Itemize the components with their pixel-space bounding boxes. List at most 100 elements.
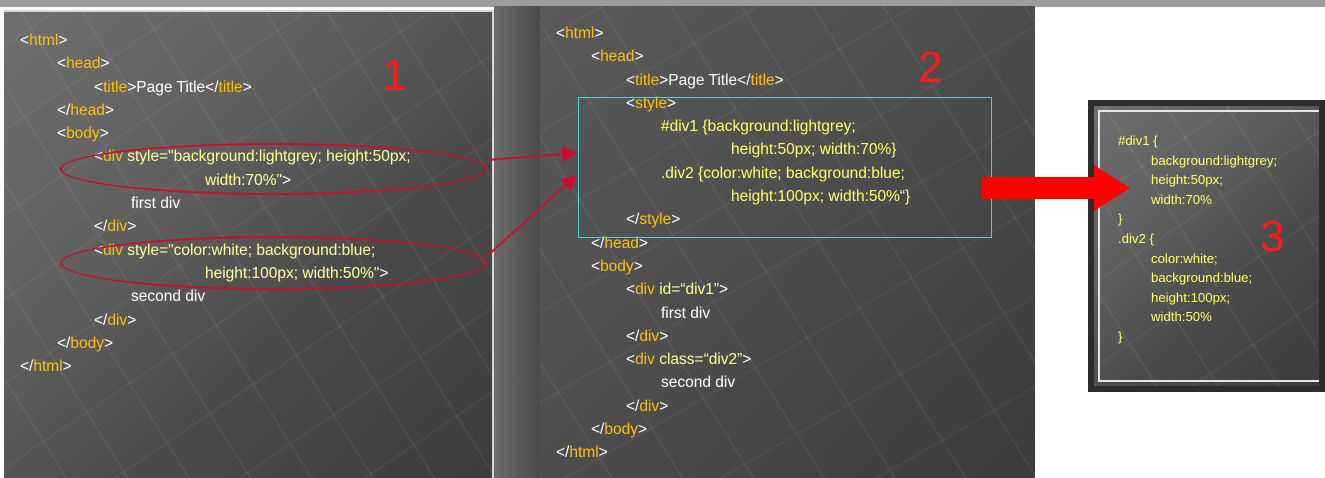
- code-line: height:100px;: [1118, 288, 1277, 308]
- panel-number-2: 2: [918, 43, 943, 92]
- code-line: .div2 {: [1118, 229, 1277, 249]
- code-token: width:70%: [1151, 191, 1212, 207]
- code-block-internal: <html> <head> <title>Page Title</title> <st…: [556, 22, 910, 465]
- code-token: <: [591, 257, 601, 275]
- code-token: <: [57, 125, 67, 143]
- code-line: }: [1118, 327, 1277, 347]
- panel-gap: [494, 6, 540, 478]
- code-line: width:70%: [1118, 190, 1277, 210]
- code-token: >: [103, 334, 114, 352]
- panel-internal-style-sheet: <html> <head> <title>Page Title</title> <st…: [540, 6, 1035, 478]
- code-token: >: [62, 358, 72, 376]
- code-line: background:lightgrey;: [1118, 151, 1277, 171]
- code-token: </: [94, 311, 108, 329]
- code-line: <head>: [556, 45, 910, 68]
- code-token: head: [66, 55, 101, 73]
- code-token: >Page Title</: [127, 78, 219, 96]
- code-token: div: [107, 218, 128, 236]
- code-token: width:50%: [1151, 309, 1212, 325]
- code-token: >: [99, 125, 109, 143]
- code-token: body: [600, 257, 634, 275]
- code-line: <div class=“div2”>: [556, 348, 910, 371]
- code-line: background:blue;: [1118, 268, 1277, 288]
- code-token: >: [100, 55, 110, 73]
- code-token: >Page Title</: [659, 71, 751, 89]
- code-line: <head>: [20, 52, 411, 75]
- code-token: id=“div1”: [654, 281, 720, 299]
- code-token: div: [635, 351, 655, 369]
- code-line: </div>: [20, 215, 411, 238]
- code-line: }: [1118, 209, 1277, 229]
- code-token: second div: [661, 374, 736, 392]
- code-token: first div: [661, 304, 711, 322]
- code-line: </body>: [20, 332, 411, 355]
- highlight-ellipse-div1: [60, 143, 487, 195]
- panel-number-1: 1: [382, 51, 407, 100]
- code-token: >: [659, 327, 669, 345]
- code-token: <: [20, 32, 30, 49]
- code-token: >: [127, 311, 137, 329]
- panel-inline-styles: <html> <head> <title>Page Title</title> </h…: [4, 10, 494, 478]
- code-line: width:50%: [1118, 307, 1277, 327]
- code-token: >: [242, 78, 252, 96]
- code-token: >: [634, 48, 644, 66]
- code-token: </: [591, 421, 605, 439]
- code-token: >: [637, 421, 648, 439]
- code-token: #div1 {: [1118, 133, 1158, 148]
- code-token: div: [635, 281, 655, 299]
- code-token: height:100px;: [1151, 289, 1231, 305]
- code-token: background:lightgrey;: [1151, 152, 1278, 168]
- code-token: <: [626, 71, 636, 89]
- code-token: html: [565, 25, 595, 42]
- code-line: </body>: [556, 418, 910, 441]
- code-line: <body>: [556, 255, 910, 278]
- code-token: }: [1118, 328, 1123, 344]
- code-token: div: [107, 311, 128, 329]
- code-line: </html>: [556, 441, 910, 464]
- code-token: </: [57, 101, 71, 119]
- code-token: title: [103, 78, 128, 96]
- code-block-css: #div1 { background:lightgrey; height:50px;…: [1118, 131, 1277, 347]
- code-token: height:50px;: [1151, 172, 1223, 188]
- code-token: second div: [131, 288, 206, 306]
- code-token: </: [94, 218, 108, 236]
- code-token: <: [556, 25, 566, 42]
- code-token: </: [626, 327, 640, 345]
- code-line: <html>: [20, 29, 411, 52]
- code-token: <: [591, 48, 601, 66]
- code-token: <: [94, 78, 104, 96]
- code-token: body: [604, 421, 638, 439]
- code-token: >: [598, 444, 608, 462]
- code-line: #div1 {: [1118, 131, 1277, 151]
- code-token: head: [70, 101, 105, 119]
- code-token: body: [70, 334, 104, 352]
- code-token: </: [626, 397, 640, 415]
- code-token: div: [639, 397, 660, 415]
- code-token: class=“div2”: [654, 351, 743, 369]
- code-line: <title>Page Title</title>: [20, 76, 411, 99]
- code-token: title: [218, 78, 243, 96]
- code-token: .div2 {: [1118, 230, 1154, 246]
- code-token: title: [635, 71, 660, 89]
- code-line: <div id=“div1”>: [556, 278, 910, 301]
- code-token: >: [127, 218, 137, 236]
- code-token: html: [33, 358, 63, 376]
- code-line: second div: [556, 371, 910, 394]
- code-token: >: [594, 25, 604, 42]
- code-line: height:50px;: [1118, 170, 1277, 190]
- highlight-ellipse-div2: [60, 236, 487, 290]
- code-token: first div: [131, 195, 181, 213]
- code-line: <html>: [556, 22, 910, 45]
- code-token: html: [29, 32, 59, 49]
- code-line: </html>: [20, 355, 411, 378]
- code-line: </div>: [556, 395, 910, 418]
- slide-comparison: <html> <head> <title>Page Title</title> </h…: [0, 0, 1325, 478]
- code-token: >: [633, 257, 643, 275]
- code-token: >: [719, 281, 729, 299]
- code-line: first div: [556, 302, 910, 325]
- code-line: </div>: [556, 325, 910, 348]
- code-line: first div: [20, 192, 411, 215]
- code-token: <: [626, 281, 636, 299]
- code-token: color:white;: [1151, 250, 1218, 266]
- code-line: <body>: [20, 122, 411, 145]
